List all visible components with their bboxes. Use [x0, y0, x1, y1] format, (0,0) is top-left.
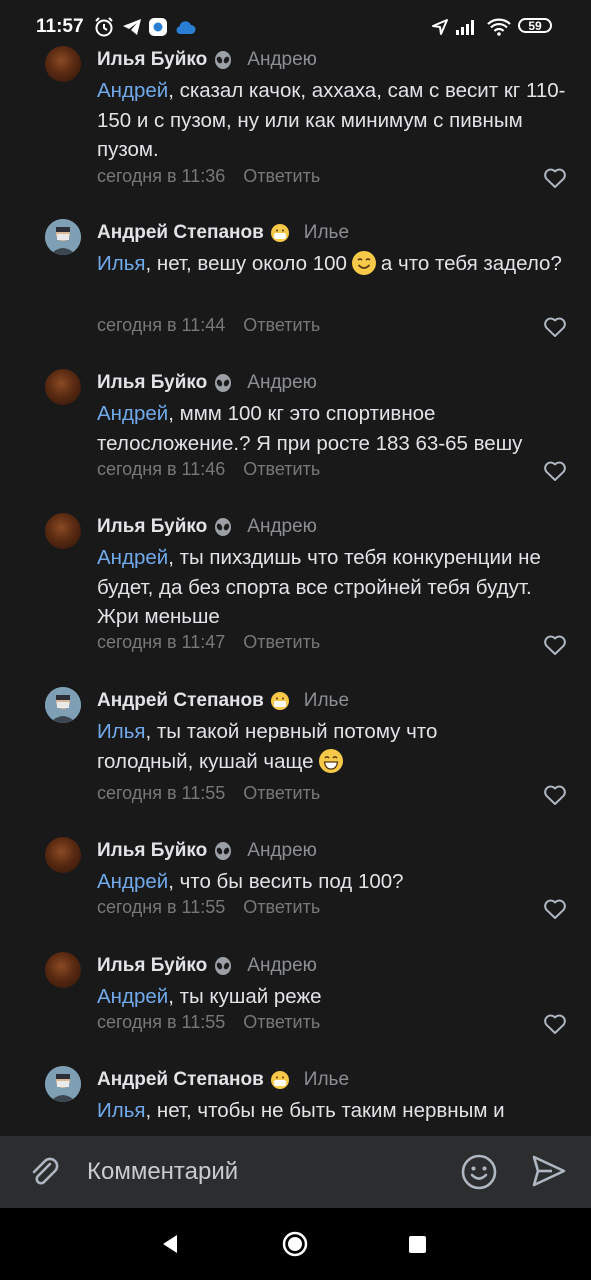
comment-input-bar: Комментарий [0, 1136, 591, 1208]
mention-link[interactable]: Андрей [97, 985, 168, 1008]
reply-to-label: Андрею [247, 840, 317, 861]
comment-text: Илья, ты такой нервный потому что голодн… [97, 717, 517, 782]
comment-header: Илья Буйко Андрею [97, 952, 317, 980]
comment-meta: сегодня в 11:55 Ответить [97, 897, 320, 918]
author-name[interactable]: Илья Буйко [97, 516, 207, 538]
reply-to-label: Андрею [247, 955, 317, 976]
like-heart-icon[interactable] [543, 316, 567, 338]
mask-emoji-icon [270, 223, 290, 243]
comment-header: Илья Буйко Андрею [97, 837, 317, 865]
smiling-emoji-icon [351, 250, 377, 285]
avatar[interactable] [45, 837, 81, 873]
mention-link[interactable]: Андрей [97, 546, 168, 569]
comment-text: Андрей, сказал качок, аххаха, сам с веси… [97, 79, 566, 161]
comment-meta: сегодня в 11:55 Ответить [97, 1012, 320, 1033]
like-heart-icon[interactable] [543, 634, 567, 656]
comment-meta: сегодня в 11:46 Ответить [97, 459, 320, 480]
reply-button[interactable]: Ответить [243, 897, 320, 918]
reply-button[interactable]: Ответить [243, 166, 320, 187]
mention-link[interactable]: Илья [97, 720, 145, 743]
system-nav-bar [0, 1208, 591, 1280]
reply-to-label: Илье [303, 1069, 350, 1090]
author-name[interactable]: Илья Буйко [97, 840, 207, 862]
author-name[interactable]: Илья Буйко [97, 372, 207, 394]
attach-icon[interactable] [26, 1154, 62, 1195]
grinning-emoji-icon [318, 748, 344, 783]
alien-emoji-icon [213, 373, 233, 393]
author-name[interactable]: Илья Буйко [97, 49, 207, 71]
like-heart-icon[interactable] [543, 1013, 567, 1035]
back-icon[interactable] [161, 1234, 179, 1259]
comment-time: сегодня в 11:47 [97, 632, 226, 652]
comment-input[interactable]: Комментарий [87, 1158, 238, 1186]
alien-emoji-icon [213, 50, 233, 70]
comment-header: Андрей Степанов Илье [97, 687, 349, 715]
like-heart-icon[interactable] [543, 784, 567, 806]
comment-header: Илья Буйко Андрею [97, 46, 317, 74]
comments-feed[interactable]: Илья Буйко Андрею Андрей, сказал качок, … [0, 0, 591, 1136]
comment-text: Илья, нет, чтобы не быть таким нервным и… [97, 1099, 505, 1136]
comment-text: Андрей, ты пихздишь что тебя конкуренции… [97, 546, 541, 628]
alien-emoji-icon [213, 956, 233, 976]
send-icon[interactable] [532, 1155, 566, 1192]
comment-text: Андрей, ты кушай реже [97, 985, 322, 1008]
mention-link[interactable]: Андрей [97, 870, 168, 893]
mention-link[interactable]: Илья [97, 252, 145, 275]
mask-emoji-icon [270, 691, 290, 711]
alien-emoji-icon [213, 517, 233, 537]
reply-button[interactable]: Ответить [243, 315, 320, 336]
home-icon[interactable] [282, 1231, 308, 1262]
comment-time: сегодня в 11:55 [97, 783, 226, 803]
mention-link[interactable]: Андрей [97, 79, 168, 102]
like-heart-icon[interactable] [543, 167, 567, 189]
reply-button[interactable]: Ответить [243, 632, 320, 653]
comment-header: Андрей Степанов Илье [97, 1066, 349, 1094]
comment-header: Илья Буйко Андрею [97, 369, 317, 397]
comment-time: сегодня в 11:36 [97, 166, 226, 186]
comment-meta: сегодня в 11:55 Ответить [97, 783, 320, 804]
alien-emoji-icon [213, 841, 233, 861]
reply-button[interactable]: Ответить [243, 783, 320, 804]
author-name[interactable]: Андрей Степанов [97, 690, 264, 712]
comment-header: Илья Буйко Андрею [97, 513, 317, 541]
author-name[interactable]: Андрей Степанов [97, 1069, 264, 1091]
emoji-picker-icon[interactable] [460, 1153, 498, 1196]
reply-button[interactable]: Ответить [243, 459, 320, 480]
comment-time: сегодня в 11:55 [97, 1012, 226, 1032]
avatar[interactable] [45, 687, 81, 723]
like-heart-icon[interactable] [543, 460, 567, 482]
avatar[interactable] [45, 46, 81, 82]
avatar[interactable] [45, 952, 81, 988]
comment-time: сегодня в 11:44 [97, 315, 226, 335]
reply-to-label: Илье [303, 690, 350, 711]
comment-time: сегодня в 11:46 [97, 459, 226, 479]
avatar[interactable] [45, 369, 81, 405]
avatar[interactable] [45, 219, 81, 255]
comment-meta: сегодня в 11:44 Ответить [97, 315, 320, 336]
reply-to-label: Илье [303, 222, 350, 243]
comment-meta: сегодня в 11:36 Ответить [97, 166, 320, 187]
avatar[interactable] [45, 1066, 81, 1102]
comment-text: Андрей, что бы весить под 100? [97, 870, 404, 893]
reply-to-label: Андрею [247, 516, 317, 537]
comment-header: Андрей Степанов Илье [97, 219, 349, 247]
comment-text: Илья, нет, вешу около 100 а что тебя заде… [97, 249, 575, 285]
mention-link[interactable]: Андрей [97, 402, 168, 425]
author-name[interactable]: Илья Буйко [97, 955, 207, 977]
comment-meta: сегодня в 11:47 Ответить [97, 632, 320, 653]
comment-text: Андрей, ммм 100 кг это спортивное телосл… [97, 402, 523, 455]
reply-button[interactable]: Ответить [243, 1012, 320, 1033]
recent-apps-icon[interactable] [409, 1236, 426, 1253]
mention-link[interactable]: Илья [97, 1099, 145, 1122]
reply-to-label: Андрею [247, 372, 317, 393]
mask-emoji-icon [270, 1070, 290, 1090]
avatar[interactable] [45, 513, 81, 549]
author-name[interactable]: Андрей Степанов [97, 222, 264, 244]
comment-time: сегодня в 11:55 [97, 897, 226, 917]
reply-to-label: Андрею [247, 49, 317, 70]
like-heart-icon[interactable] [543, 898, 567, 920]
